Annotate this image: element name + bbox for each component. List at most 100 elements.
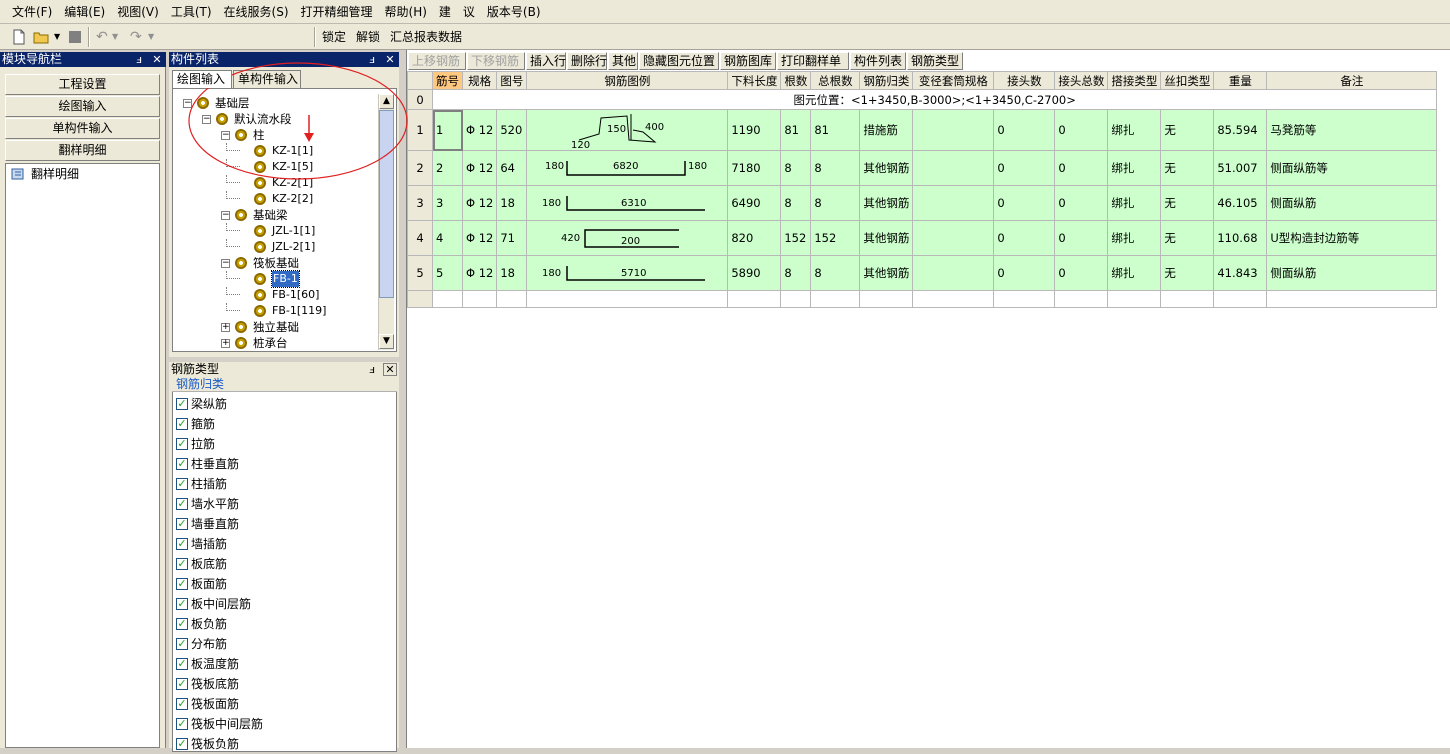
grid-cell[interactable]: 其他钢筋	[859, 255, 914, 291]
grid-cell[interactable]: 1	[432, 109, 463, 151]
tree-node[interactable]: − 默认流水段	[173, 111, 378, 127]
grid-toolbar-button-9[interactable]: 钢筋类型	[907, 52, 963, 70]
rebar-type-item[interactable]: ✓ 板温度筋	[176, 654, 239, 674]
grid-cell[interactable]: 51.007	[1213, 150, 1268, 186]
grid-toolbar-button-0[interactable]: 上移钢筋	[408, 52, 466, 70]
tree-node[interactable]: FB-1[60]	[173, 287, 378, 303]
grid-toolbar-button-6[interactable]: 钢筋图库	[720, 52, 776, 70]
checkbox-checked-icon[interactable]: ✓	[176, 697, 188, 710]
grid-toolbar-button-1[interactable]: 下移钢筋	[467, 52, 525, 70]
menu-item-7[interactable]: 建 议	[433, 0, 481, 24]
rebar-type-item[interactable]: ✓ 筏板负筋	[176, 734, 239, 754]
grid-cell[interactable]: 绑扎	[1107, 185, 1162, 221]
grid-cell[interactable]: 无	[1160, 109, 1215, 151]
grid-cell[interactable]: Φ 12	[461, 220, 498, 256]
rebar-shape-cell[interactable]: 180 5710	[526, 255, 729, 291]
column-header[interactable]: 丝扣类型	[1160, 71, 1215, 90]
scroll-down-icon[interactable]: ▼	[379, 334, 394, 349]
close-icon[interactable]: ✕	[383, 52, 397, 67]
grid-cell[interactable]: 820	[727, 220, 782, 256]
rebar-type-item[interactable]: ✓ 墙插筋	[176, 534, 227, 554]
rebar-type-item[interactable]: ✓ 板负筋	[176, 614, 227, 634]
menu-item-4[interactable]: 在线服务(S)	[218, 0, 295, 24]
column-header[interactable]: 筋号	[432, 71, 463, 90]
tree-node[interactable]: − 基础梁	[173, 207, 378, 223]
rebar-shape-cell[interactable]: 150 400 120	[526, 109, 729, 151]
grid-cell-empty[interactable]	[859, 290, 914, 308]
grid-toolbar-button-7[interactable]: 打印翻样单	[777, 52, 849, 70]
checkbox-checked-icon[interactable]: ✓	[176, 677, 188, 690]
expand-icon[interactable]: +	[221, 339, 230, 348]
tree-node[interactable]: JZL-1[1]	[173, 223, 378, 239]
grid-cell-empty[interactable]	[461, 290, 498, 308]
grid-cell[interactable]: 措施筋	[859, 109, 914, 151]
grid-cell[interactable]: 0	[1054, 255, 1109, 291]
tree-node[interactable]: KZ-2[1]	[173, 175, 378, 191]
rebar-type-item[interactable]: ✓ 墙水平筋	[176, 494, 239, 514]
rebar-shape-cell[interactable]: 420 200	[526, 220, 729, 256]
rebar-shape-cell[interactable]: 180 6820 180	[526, 150, 729, 186]
rebar-type-item[interactable]: ✓ 梁纵筋	[176, 394, 227, 414]
grid-cell[interactable]: Φ 12	[461, 150, 498, 186]
rebar-type-item[interactable]: ✓ 板中间层筋	[176, 594, 251, 614]
tree-node[interactable]: − 筏板基础	[173, 255, 378, 271]
pin-icon[interactable]: ⅎ	[365, 362, 379, 377]
checkbox-checked-icon[interactable]: ✓	[176, 457, 188, 470]
column-header[interactable]: 重量	[1213, 71, 1268, 90]
menu-item-5[interactable]: 打开精细管理	[295, 0, 379, 24]
nav-button-2[interactable]: 单构件输入	[5, 118, 160, 139]
grid-cell-empty[interactable]	[912, 290, 995, 308]
new-file-icon[interactable]	[10, 28, 28, 46]
chevron-down-icon[interactable]: ▼	[54, 28, 60, 46]
nav-button-0[interactable]: 工程设置	[5, 74, 160, 95]
checkbox-checked-icon[interactable]: ✓	[176, 657, 188, 670]
grid-cell[interactable]: 85.594	[1213, 109, 1268, 151]
column-header[interactable]: 图号	[496, 71, 528, 90]
grid-cell[interactable]: 绑扎	[1107, 109, 1162, 151]
nav-button-3[interactable]: 翻样明细	[5, 140, 160, 161]
menu-item-3[interactable]: 工具(T)	[165, 0, 218, 24]
grid-cell[interactable]: 71	[496, 220, 528, 256]
grid-cell[interactable]: 0	[993, 109, 1056, 151]
grid-cell[interactable]: 无	[1160, 255, 1215, 291]
column-header[interactable]: 接头数	[993, 71, 1056, 90]
grid-toolbar-button-2[interactable]: 插入行	[526, 52, 566, 70]
tree-node[interactable]: − 柱	[173, 127, 378, 143]
scroll-up-icon[interactable]: ▲	[379, 94, 394, 109]
grid-cell[interactable]: 520	[496, 109, 528, 151]
grid-cell[interactable]: 侧面纵筋	[1266, 185, 1438, 221]
grid-cell[interactable]: 0	[1054, 109, 1109, 151]
tree-node[interactable]: FB-1	[173, 270, 378, 288]
menu-item-8[interactable]: 版本号(B)	[481, 0, 547, 24]
grid-cell[interactable]: 侧面纵筋	[1266, 255, 1438, 291]
checkbox-checked-icon[interactable]: ✓	[176, 517, 188, 530]
grid-cell[interactable]: 绑扎	[1107, 220, 1162, 256]
grid-cell[interactable]: 8	[780, 185, 812, 221]
grid-cell-empty[interactable]	[780, 290, 812, 308]
grid-cell-empty[interactable]	[526, 290, 729, 308]
grid-cell[interactable]: Φ 12	[461, 255, 498, 291]
tree-node[interactable]: + 桩承台	[173, 335, 378, 351]
column-header[interactable]: 搭接类型	[1107, 71, 1162, 90]
save-icon[interactable]	[66, 28, 84, 46]
close-icon[interactable]: ✕	[150, 52, 164, 67]
grid-cell[interactable]: 152	[780, 220, 812, 256]
rebar-type-item[interactable]: ✓ 柱插筋	[176, 474, 227, 494]
grid-cell-empty[interactable]	[1213, 290, 1268, 308]
grid-cell[interactable]: 4	[432, 220, 463, 256]
grid-cell-empty[interactable]	[1054, 290, 1109, 308]
checkbox-checked-icon[interactable]: ✓	[176, 497, 188, 510]
expand-icon[interactable]: +	[221, 323, 230, 332]
checkbox-checked-icon[interactable]: ✓	[176, 577, 188, 590]
grid-cell-empty[interactable]	[993, 290, 1056, 308]
grid-cell[interactable]: 8	[810, 255, 861, 291]
column-header[interactable]: 钢筋归类	[859, 71, 914, 90]
grid-cell[interactable]: 0	[1054, 185, 1109, 221]
grid-toolbar-button-4[interactable]: 其他	[608, 52, 638, 70]
tab-drawing-input[interactable]: 绘图输入	[172, 70, 232, 88]
grid-cell[interactable]: 2	[432, 150, 463, 186]
grid-cell-empty[interactable]	[1266, 290, 1438, 308]
grid-cell[interactable]: 其他钢筋	[859, 150, 914, 186]
collapse-icon[interactable]: −	[221, 131, 230, 140]
grid-cell[interactable]	[912, 150, 995, 186]
